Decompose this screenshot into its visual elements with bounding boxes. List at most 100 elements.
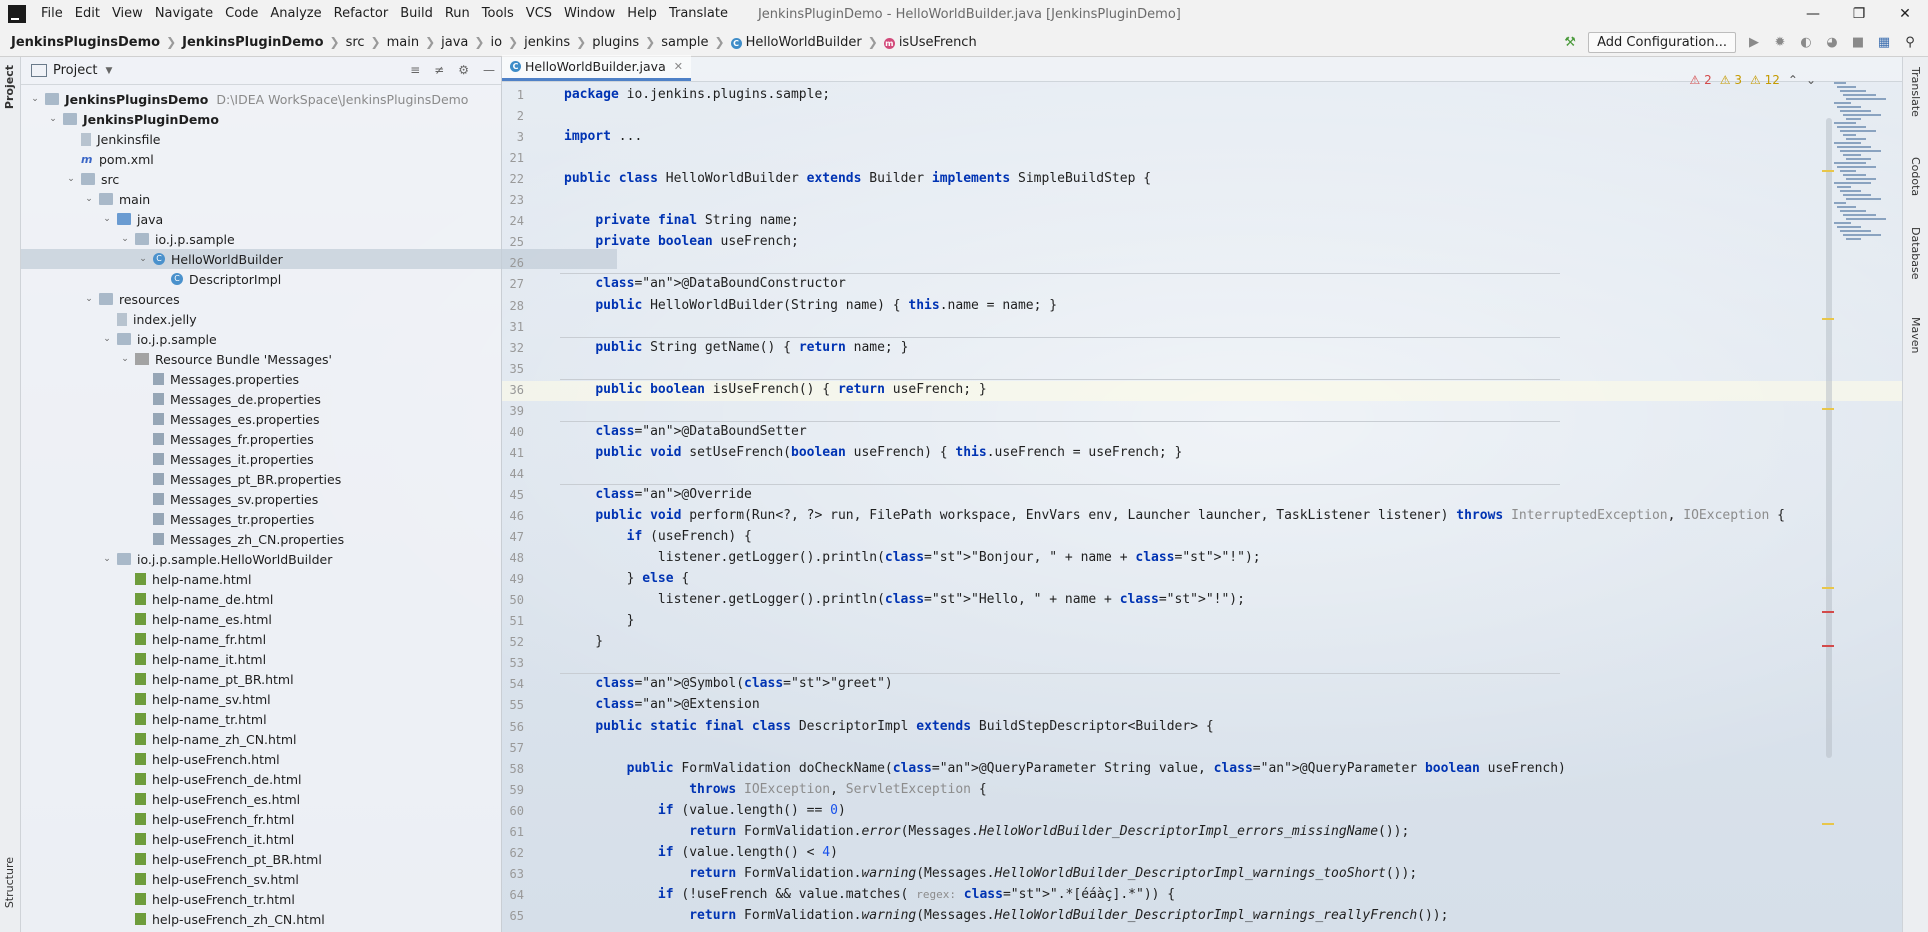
codota-tool-button[interactable]: Codota — [1909, 157, 1922, 196]
code-line[interactable]: if (useFrench) { — [564, 528, 752, 545]
menu-help[interactable]: Help — [621, 0, 663, 28]
vertical-scrollbar[interactable] — [1826, 118, 1832, 758]
project-tool-button[interactable]: Project — [3, 65, 16, 109]
inspection-widget[interactable]: ⚠ 2 ⚠ 3 ⚠ 12 ⌃ ⌄ — [1690, 73, 1816, 87]
breadcrumb-item[interactable]: m isUseFrench — [883, 35, 977, 50]
menu-edit[interactable]: Edit — [69, 0, 106, 28]
maven-tool-button[interactable]: Maven — [1909, 317, 1922, 353]
chevron-down-icon[interactable]: ⌄ — [119, 234, 131, 244]
chevron-down-icon[interactable]: ⌄ — [83, 194, 95, 204]
code-line[interactable]: return FormValidation.warning(Messages.H… — [564, 865, 1417, 882]
chevron-down-icon[interactable]: ⌄ — [137, 254, 149, 264]
code-line[interactable]: if (!useFrench && value.matches( regex: … — [564, 886, 1175, 903]
translate-tool-button[interactable]: Translate — [1909, 67, 1922, 117]
code-line[interactable]: public void perform(Run<?, ?> run, FileP… — [564, 507, 1785, 524]
code-line[interactable]: class="an">@Symbol(class="st">"greet") — [564, 675, 892, 692]
code-line[interactable]: public static final class DescriptorImpl… — [564, 718, 1213, 735]
chevron-down-icon[interactable]: ⌄ — [101, 554, 113, 564]
chevron-down-icon[interactable]: ⌄ — [83, 294, 95, 304]
tree-item[interactable]: m pom.xml — [21, 149, 545, 169]
warning-marker[interactable] — [1822, 318, 1834, 320]
collapse-all-icon[interactable]: ≠ — [434, 63, 444, 77]
expand-all-icon[interactable]: ≡ — [410, 63, 420, 77]
code-line[interactable]: public void setUseFrench(boolean useFren… — [564, 444, 1182, 461]
hide-panel-icon[interactable]: — — [483, 63, 495, 77]
menu-build[interactable]: Build — [394, 0, 439, 28]
tree-item[interactable]: ⌄ main — [21, 189, 563, 209]
code-line[interactable]: private boolean useFrench; — [564, 233, 799, 250]
stop-icon[interactable]: ■ — [1850, 34, 1866, 50]
close-tab-icon[interactable]: ✕ — [674, 60, 683, 73]
menu-tools[interactable]: Tools — [476, 0, 520, 28]
breadcrumb-item[interactable]: C HelloWorldBuilder — [730, 35, 862, 50]
code-line[interactable]: } — [564, 612, 635, 629]
menu-file[interactable]: File — [35, 0, 69, 28]
tree-item[interactable]: ⌄ io.j.p.sample.HelloWorldBuilder — [21, 549, 581, 569]
code-line[interactable]: if (value.length() < 4) — [564, 844, 838, 861]
menu-window[interactable]: Window — [558, 0, 621, 28]
code-area[interactable]: 1 package io.jenkins.plugins.sample; 2 3 imp… — [502, 82, 1902, 932]
database-tool-button[interactable]: Database — [1909, 227, 1922, 280]
code-line[interactable]: private final String name; — [564, 212, 799, 229]
build-hammer-icon[interactable]: ⚒ — [1562, 34, 1578, 50]
chevron-down-icon[interactable]: ⌄ — [1806, 73, 1816, 87]
breadcrumb-item[interactable]: JenkinsPluginsDemo — [11, 35, 160, 50]
restore-icon[interactable]: ❐ — [1836, 0, 1882, 28]
project-structure-icon[interactable]: ▦ — [1876, 34, 1892, 50]
code-line[interactable]: } — [564, 633, 603, 650]
breadcrumb-item[interactable]: jenkins — [524, 35, 570, 50]
menu-code[interactable]: Code — [219, 0, 264, 28]
close-icon[interactable]: ✕ — [1882, 0, 1928, 28]
breadcrumb-item[interactable]: java — [441, 35, 468, 50]
gear-icon[interactable]: ⚙ — [458, 63, 469, 77]
run-icon[interactable]: ▶ — [1746, 34, 1762, 50]
chevron-down-icon[interactable]: ⌄ — [101, 214, 113, 224]
menu-translate[interactable]: Translate — [663, 0, 734, 28]
chevron-down-icon[interactable]: ⌄ — [47, 114, 59, 124]
tree-item[interactable]: ⌄ JenkinsPluginDemo — [21, 109, 527, 129]
menu-run[interactable]: Run — [439, 0, 476, 28]
menu-vcs[interactable]: VCS — [520, 0, 558, 28]
breadcrumb-item[interactable]: JenkinsPluginDemo — [182, 35, 323, 50]
tree-item[interactable]: ⌄ java — [21, 209, 581, 229]
code-line[interactable]: } else { — [564, 570, 690, 587]
error-marker[interactable] — [1822, 611, 1834, 613]
menu-analyze[interactable]: Analyze — [264, 0, 327, 28]
tree-item[interactable]: ⌄ JenkinsPluginsDemo D:\IDEA WorkSpace\Jen… — [21, 89, 509, 109]
code-line[interactable]: public class HelloWorldBuilder extends B… — [564, 170, 1151, 187]
menu-view[interactable]: View — [106, 0, 149, 28]
code-line[interactable]: public boolean isUseFrench() { return us… — [564, 381, 986, 398]
warning-marker[interactable] — [1822, 408, 1834, 410]
tree-item[interactable]: index.jelly — [21, 309, 581, 329]
breadcrumb-item[interactable]: src — [346, 35, 365, 50]
code-line[interactable]: return FormValidation.warning(Messages.H… — [564, 907, 1448, 924]
code-line[interactable]: class="an">@Override — [564, 486, 752, 503]
chevron-down-icon[interactable]: ⌄ — [119, 354, 131, 364]
chevron-down-icon[interactable]: ⌄ — [65, 174, 77, 184]
debug-icon[interactable]: ✹ — [1772, 34, 1788, 50]
chevron-down-icon[interactable]: ▼ — [105, 66, 112, 76]
tree-item[interactable]: ⌄ io.j.p.sample — [21, 329, 581, 349]
code-line[interactable]: listener.getLogger().println(class="st">… — [564, 591, 1245, 608]
breadcrumb-item[interactable]: plugins — [592, 35, 639, 50]
code-line[interactable]: package io.jenkins.plugins.sample; — [564, 86, 830, 103]
coverage-icon[interactable]: ◐ — [1798, 34, 1814, 50]
code-line[interactable]: public FormValidation doCheckName(class=… — [564, 760, 1566, 777]
code-line[interactable]: if (value.length() == 0) — [564, 802, 846, 819]
error-marker[interactable] — [1822, 645, 1834, 647]
code-line[interactable]: public HelloWorldBuilder(String name) { … — [564, 297, 1057, 314]
code-line[interactable]: public String getName() { return name; } — [564, 339, 908, 356]
warning-marker[interactable] — [1822, 170, 1834, 172]
search-icon[interactable]: ⚲ — [1902, 34, 1918, 50]
code-line[interactable]: throws IOException, ServletException { — [564, 781, 986, 798]
warning-marker[interactable] — [1822, 823, 1834, 825]
minimize-icon[interactable]: — — [1790, 0, 1836, 28]
menu-refactor[interactable]: Refactor — [328, 0, 395, 28]
breadcrumb-item[interactable]: io — [490, 35, 502, 50]
code-line[interactable]: return FormValidation.error(Messages.Hel… — [564, 823, 1409, 840]
code-minimap[interactable] — [1834, 82, 1888, 252]
add-configuration-button[interactable]: Add Configuration... — [1588, 31, 1736, 53]
warning-marker[interactable] — [1822, 587, 1834, 589]
code-line[interactable]: class="an">@Extension — [564, 696, 759, 713]
tab-helloworldbuilder[interactable]: C HelloWorldBuilder.java ✕ — [502, 55, 691, 81]
